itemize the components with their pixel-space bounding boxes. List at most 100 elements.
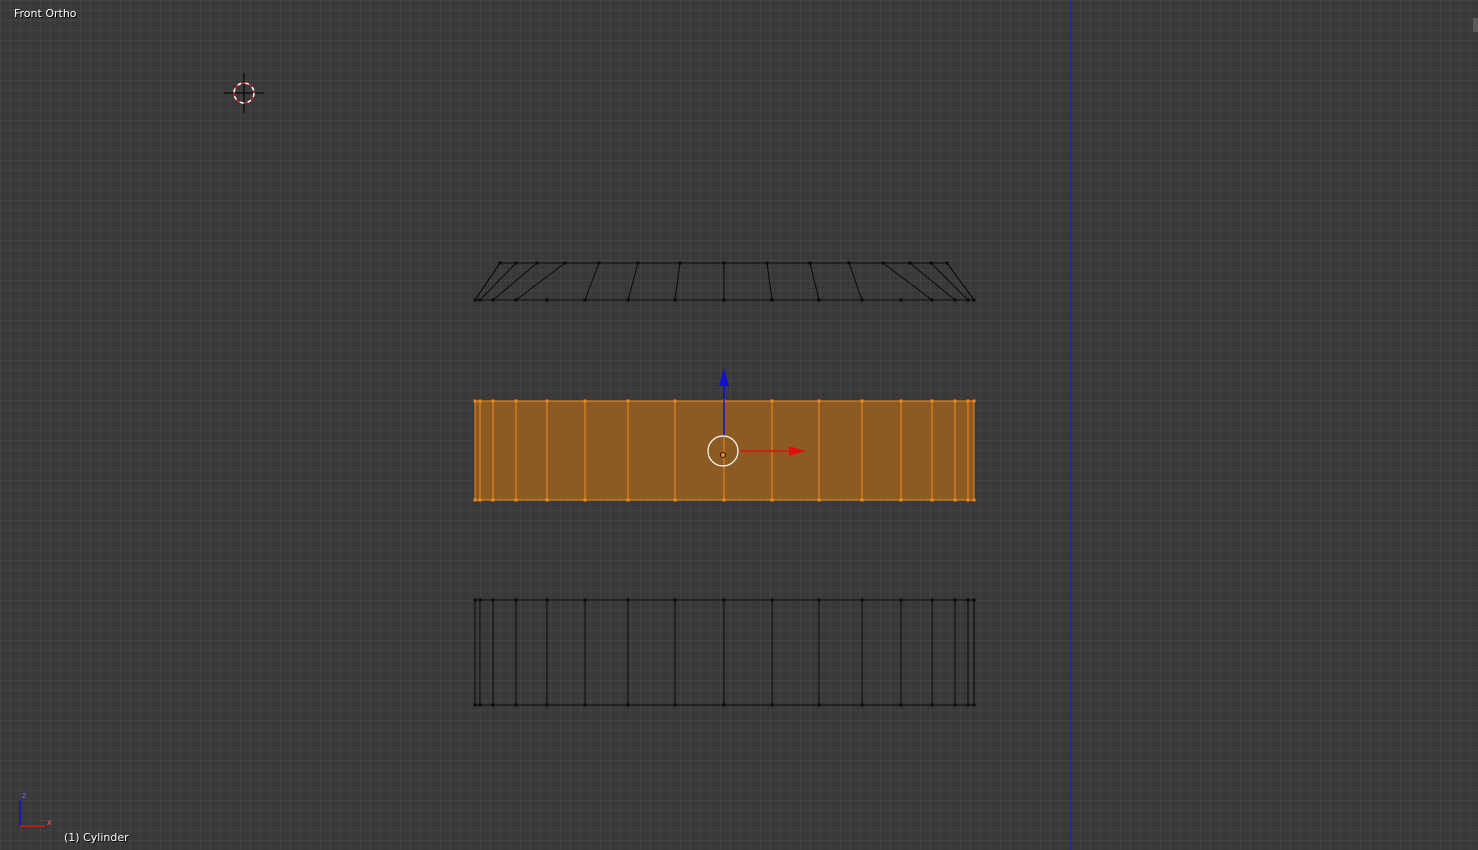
mesh-vertex[interactable] xyxy=(899,298,903,302)
mesh-vertex[interactable] xyxy=(966,598,970,602)
bevel-edge[interactable] xyxy=(674,262,681,301)
mesh-vertex[interactable] xyxy=(535,261,539,265)
mesh-vertex[interactable] xyxy=(583,298,587,302)
selected-vertex[interactable] xyxy=(514,498,518,502)
mesh-vertex[interactable] xyxy=(473,298,477,302)
selected-vertex[interactable] xyxy=(770,498,774,502)
mesh-vertex[interactable] xyxy=(545,298,549,302)
mesh-vertex[interactable] xyxy=(929,261,933,265)
mesh-vertex[interactable] xyxy=(817,703,821,707)
mesh-vertex[interactable] xyxy=(626,703,630,707)
bevel-edge[interactable] xyxy=(479,262,517,301)
mesh-vertex[interactable] xyxy=(817,298,821,302)
cylinder-mesh[interactable] xyxy=(473,261,976,707)
mesh-vertex[interactable] xyxy=(966,703,970,707)
selected-vertex[interactable] xyxy=(817,399,821,403)
selected-vertex[interactable] xyxy=(966,399,970,403)
selected-vertex[interactable] xyxy=(930,399,934,403)
selected-vertex[interactable] xyxy=(930,498,934,502)
mesh-vertex[interactable] xyxy=(491,298,495,302)
mesh-vertex[interactable] xyxy=(847,261,851,265)
mesh-vertex[interactable] xyxy=(498,261,502,265)
mesh-vertex[interactable] xyxy=(972,298,976,302)
mesh-vertex[interactable] xyxy=(722,298,726,302)
mesh-vertex[interactable] xyxy=(908,261,912,265)
mesh-vertex[interactable] xyxy=(860,703,864,707)
selected-vertex[interactable] xyxy=(473,498,477,502)
mesh-vertex[interactable] xyxy=(953,598,957,602)
selected-vertex[interactable] xyxy=(473,399,477,403)
bevel-edge[interactable] xyxy=(627,262,639,301)
bevel-edge[interactable] xyxy=(492,262,538,301)
selected-vertex[interactable] xyxy=(583,399,587,403)
bevel-edge[interactable] xyxy=(930,262,969,301)
z-axis-arrow-head-icon[interactable] xyxy=(719,368,729,386)
mesh-vertex[interactable] xyxy=(817,598,821,602)
selected-vertex[interactable] xyxy=(491,498,495,502)
mesh-vertex[interactable] xyxy=(930,298,934,302)
mesh-vertex[interactable] xyxy=(770,298,774,302)
mesh-vertex[interactable] xyxy=(583,703,587,707)
selected-vertex[interactable] xyxy=(817,498,821,502)
mesh-vertex[interactable] xyxy=(722,703,726,707)
mesh-vertex[interactable] xyxy=(930,598,934,602)
bevel-edge[interactable] xyxy=(515,262,566,301)
mesh-vertex[interactable] xyxy=(491,598,495,602)
selected-vertex[interactable] xyxy=(860,498,864,502)
mesh-vertex[interactable] xyxy=(972,598,976,602)
mesh-vertex[interactable] xyxy=(860,598,864,602)
mesh-vertex[interactable] xyxy=(899,703,903,707)
selected-vertex[interactable] xyxy=(626,399,630,403)
mesh-vertex[interactable] xyxy=(514,703,518,707)
mesh-vertex[interactable] xyxy=(673,703,677,707)
mesh-vertex[interactable] xyxy=(860,298,864,302)
selected-vertex[interactable] xyxy=(953,399,957,403)
bevel-edge[interactable] xyxy=(809,262,820,301)
bevel-edge[interactable] xyxy=(474,262,501,301)
selected-vertex[interactable] xyxy=(626,498,630,502)
mesh-vertex[interactable] xyxy=(722,261,726,265)
region-toggle-handle[interactable] xyxy=(1473,18,1478,32)
mesh-vertex[interactable] xyxy=(626,298,630,302)
mesh-vertex[interactable] xyxy=(478,598,482,602)
selected-vertex[interactable] xyxy=(545,498,549,502)
mesh-vertex[interactable] xyxy=(597,261,601,265)
mesh-vertex[interactable] xyxy=(765,261,769,265)
bevel-edge[interactable] xyxy=(946,262,975,301)
mesh-vertex[interactable] xyxy=(770,598,774,602)
selected-vertex[interactable] xyxy=(491,399,495,403)
mesh-vertex[interactable] xyxy=(491,703,495,707)
bevel-edge[interactable] xyxy=(584,262,600,301)
selected-vertex[interactable] xyxy=(673,399,677,403)
mesh-vertex[interactable] xyxy=(678,261,682,265)
selected-vertex[interactable] xyxy=(972,399,976,403)
bevel-edge[interactable] xyxy=(848,262,863,301)
mesh-vertex[interactable] xyxy=(899,598,903,602)
selected-vertex[interactable] xyxy=(953,498,957,502)
mesh-vertex[interactable] xyxy=(636,261,640,265)
bevel-edge[interactable] xyxy=(882,262,933,301)
mesh-vertex[interactable] xyxy=(722,598,726,602)
mesh-vertex[interactable] xyxy=(478,298,482,302)
mesh-vertex[interactable] xyxy=(514,598,518,602)
3d-viewport[interactable]: z x xyxy=(0,0,1478,850)
mesh-vertex[interactable] xyxy=(545,598,549,602)
selected-vertex[interactable] xyxy=(583,498,587,502)
mesh-vertex[interactable] xyxy=(626,598,630,602)
mesh-vertex[interactable] xyxy=(514,298,518,302)
mesh-vertex[interactable] xyxy=(673,598,677,602)
selected-vertex[interactable] xyxy=(770,399,774,403)
mesh-vertex[interactable] xyxy=(673,298,677,302)
mesh-vertex[interactable] xyxy=(881,261,885,265)
selected-vertex[interactable] xyxy=(673,498,677,502)
mesh-vertex[interactable] xyxy=(808,261,812,265)
mesh-vertex[interactable] xyxy=(545,703,549,707)
3d-cursor-icon[interactable] xyxy=(224,73,264,113)
selected-vertex[interactable] xyxy=(545,399,549,403)
selected-vertex[interactable] xyxy=(514,399,518,403)
mesh-vertex[interactable] xyxy=(563,261,567,265)
bevel-edge[interactable] xyxy=(766,262,773,301)
mesh-vertex[interactable] xyxy=(473,598,477,602)
mesh-vertex[interactable] xyxy=(972,703,976,707)
mesh-vertex[interactable] xyxy=(770,703,774,707)
